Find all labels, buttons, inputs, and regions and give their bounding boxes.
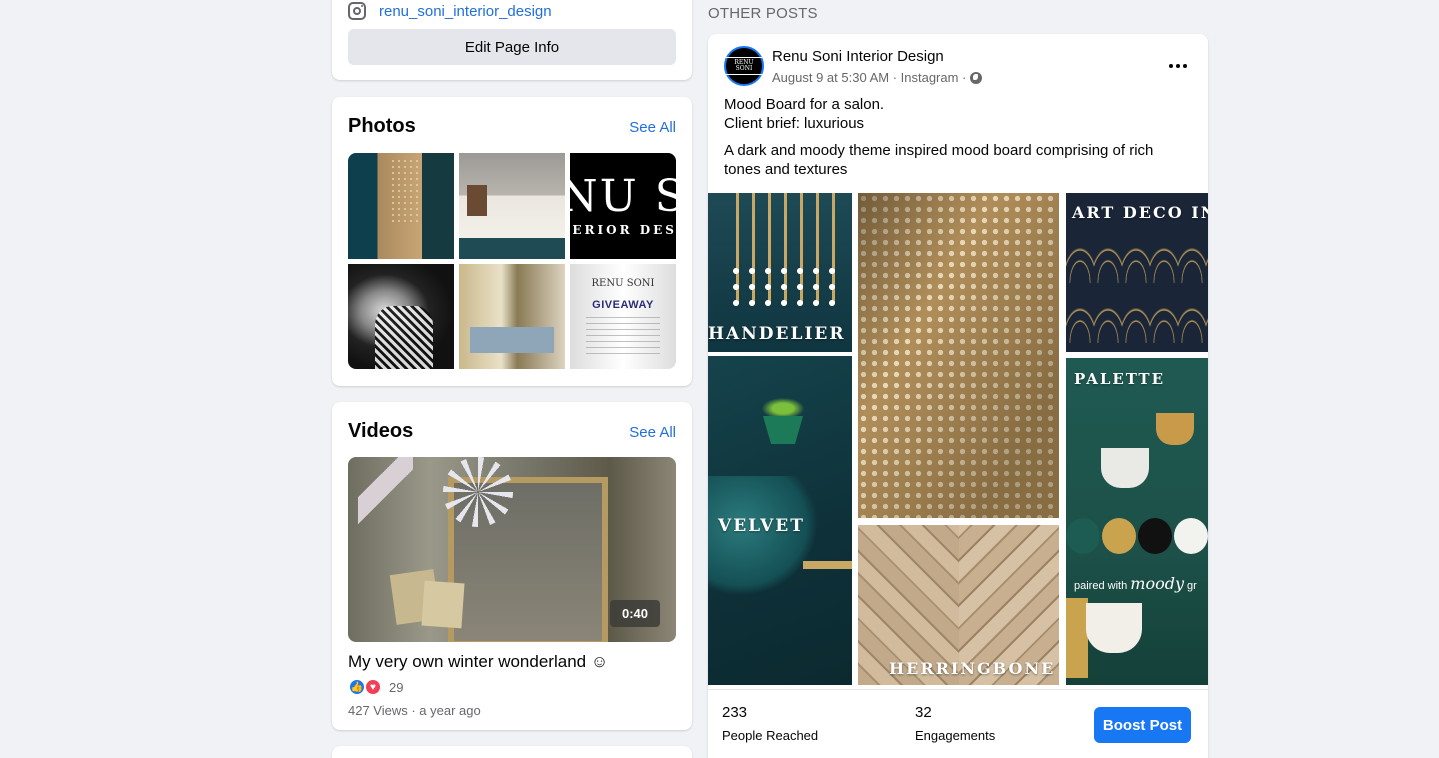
- giveaway-title: GIVEAWAY: [592, 298, 654, 311]
- collage-tile-palette: PALETTE paired with moody gr: [1066, 358, 1208, 685]
- other-posts-heading: OTHER POSTS: [708, 5, 818, 22]
- engagements-value: 32: [915, 704, 932, 721]
- photos-title: Photos: [348, 115, 416, 137]
- photo-grid: NU S TERIOR DESI RENU SONI GIVEAWAY: [348, 153, 676, 369]
- photo-thumbnail[interactable]: [348, 153, 454, 259]
- collage-tile-chandelier: HANDELIER: [708, 193, 852, 352]
- videos-card: Videos See All 0:40 My very own winter w…: [332, 402, 692, 730]
- collage-caption: paired with moody gr: [1074, 574, 1197, 593]
- instagram-row[interactable]: renu_soni_interior_design: [348, 0, 552, 22]
- giveaway-brand: RENU SONI: [591, 277, 655, 289]
- photo-thumbnail[interactable]: NU S TERIOR DESI: [570, 153, 676, 259]
- edit-page-info-button[interactable]: Edit Page Info: [348, 29, 676, 65]
- color-swatches: [1066, 518, 1208, 556]
- photo-thumbnail[interactable]: [459, 263, 565, 369]
- reactions-summary[interactable]: 👍 ♥ 29: [348, 678, 403, 696]
- post-image-collage[interactable]: HANDELIER VELVET HERRINGBONE ART DECO IN…: [708, 193, 1208, 689]
- post-page-name[interactable]: Renu Soni Interior Design: [772, 48, 944, 65]
- people-reached-value: 233: [722, 704, 748, 721]
- avatar-logo-text: RENU SONI: [726, 57, 762, 75]
- reaction-count: 29: [389, 679, 404, 695]
- post-text-line: Client brief: luxurious: [724, 115, 865, 132]
- photo-thumbnail[interactable]: [459, 153, 565, 259]
- collage-label: HANDELIER: [708, 324, 846, 344]
- people-reached-label: People Reached: [722, 728, 819, 743]
- boost-post-button[interactable]: Boost Post: [1094, 707, 1191, 743]
- photo-thumbnail[interactable]: RENU SONI GIVEAWAY: [570, 263, 676, 369]
- collage-tile-velvet: VELVET: [708, 356, 852, 685]
- video-duration-badge: 0:40: [609, 600, 660, 627]
- photos-card: Photos See All NU S TERIOR DESI RENU SON…: [332, 97, 692, 386]
- collage-label: HERRINGBONE: [889, 659, 1056, 678]
- next-card: [332, 746, 692, 758]
- more-options-icon: [1169, 64, 1187, 68]
- giveaway-text-lines: [585, 316, 661, 357]
- post-text: Mood Board for a salon. Client brief: lux…: [724, 95, 1194, 179]
- photos-see-all-link[interactable]: See All: [629, 119, 676, 136]
- photo-thumbnail[interactable]: [348, 263, 454, 369]
- post-text-paragraph: A dark and moody theme inspired mood boa…: [724, 142, 1154, 178]
- paper-snowflake: [443, 457, 513, 527]
- post-insights: 233 People Reached 32 Engagements Boost …: [708, 689, 1208, 758]
- video-thumbnail[interactable]: 0:40: [348, 457, 676, 642]
- engagements-label: Engagements: [915, 728, 996, 743]
- collage-tile-art-deco: ART DECO INS: [1066, 193, 1208, 352]
- about-card: renu_soni_interior_design Edit Page Info: [332, 0, 692, 80]
- post-timestamp[interactable]: August 9 at 5:30 AM · Instagram ·: [772, 70, 966, 85]
- like-reaction-icon: 👍: [348, 678, 366, 696]
- collage-tile-metal-mesh: [858, 193, 1059, 518]
- video-meta: 427 Views · a year ago: [348, 703, 481, 718]
- post-card: RENU SONI Renu Soni Interior Design Augu…: [708, 34, 1208, 758]
- hanging-paper: [421, 580, 465, 629]
- collage-label: VELVET: [718, 516, 805, 536]
- more-options-button[interactable]: [1160, 48, 1196, 84]
- page-avatar[interactable]: RENU SONI: [724, 46, 764, 86]
- post-text-line: Mood Board for a salon.: [724, 96, 885, 113]
- instagram-icon: [348, 2, 366, 20]
- videos-title: Videos: [348, 420, 414, 442]
- collage-label: PALETTE: [1074, 370, 1166, 388]
- post-meta: August 9 at 5:30 AM · Instagram ·: [772, 70, 983, 85]
- paper-snowflake: [358, 457, 413, 537]
- logo-text-large: NU S: [570, 170, 676, 222]
- video-title[interactable]: My very own winter wonderland ☺: [348, 652, 608, 672]
- collage-tile-herringbone: HERRINGBONE: [858, 525, 1059, 685]
- globe-icon: [970, 71, 983, 84]
- collage-label: ART DECO INS: [1072, 203, 1208, 222]
- videos-see-all-link[interactable]: See All: [629, 424, 676, 441]
- logo-text-small: TERIOR DESI: [570, 222, 676, 237]
- instagram-link[interactable]: renu_soni_interior_design: [379, 3, 552, 20]
- love-reaction-icon: ♥: [364, 678, 382, 696]
